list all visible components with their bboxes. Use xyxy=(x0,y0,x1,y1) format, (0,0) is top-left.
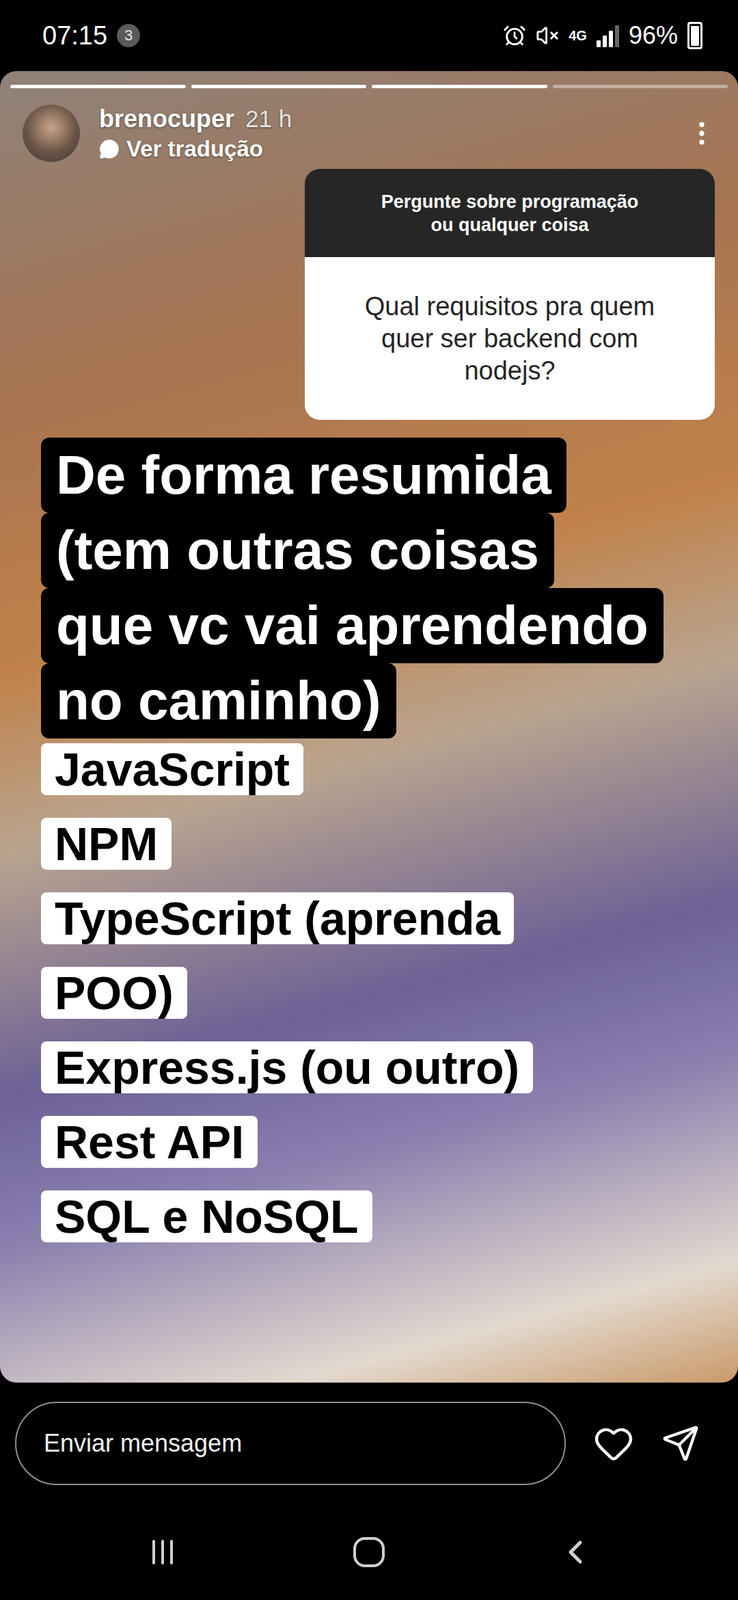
translate-text[interactable]: Ver tradução xyxy=(126,135,264,162)
username[interactable]: brenocuper xyxy=(99,104,235,134)
home-button[interactable] xyxy=(265,1523,473,1579)
speech-bubble-icon xyxy=(99,138,120,160)
back-icon xyxy=(556,1532,595,1571)
alarm-icon xyxy=(502,23,527,48)
list-item: Rest API xyxy=(41,1110,561,1185)
progress-fill xyxy=(191,84,367,89)
progress-segment xyxy=(10,84,186,89)
list-item: JavaScript xyxy=(41,738,561,813)
translate-link[interactable]: Ver tradução xyxy=(99,135,682,162)
signal-bar xyxy=(608,30,613,48)
story-progress xyxy=(10,84,728,89)
signal-bar xyxy=(596,40,601,48)
signal-bar xyxy=(602,35,607,48)
list-item-text: JavaScript xyxy=(41,742,304,795)
progress-segment xyxy=(191,84,367,89)
more-button[interactable] xyxy=(681,112,723,154)
story-photo[interactable]: brenocuper 21 hVer tradução Pergunte sobre… xyxy=(0,71,738,1382)
list-item: Express.js (ou outro) xyxy=(41,1035,561,1111)
recents-button[interactable] xyxy=(59,1523,266,1579)
back-button[interactable] xyxy=(472,1523,679,1579)
list-item: TypeScript (aprenda POO) xyxy=(41,886,561,1036)
message-field[interactable]: Enviar mensagem xyxy=(15,1400,566,1485)
send-icon xyxy=(661,1423,700,1462)
battery-fill xyxy=(690,25,700,46)
notification-badge: 3 xyxy=(116,23,141,48)
heading-line: De forma resumida xyxy=(41,437,567,513)
avatar[interactable] xyxy=(22,104,80,162)
story-heading: De forma resumida(tem outras coisasque v… xyxy=(41,437,728,738)
sticker-header: Pergunte sobre programação ou qualquer c… xyxy=(304,168,715,257)
like-button[interactable] xyxy=(593,1422,635,1464)
progress-fill xyxy=(10,84,186,89)
progress-fill xyxy=(371,84,548,89)
heart-icon xyxy=(593,1422,635,1464)
sticker-prompt: Pergunte sobre programação ou qualquer c… xyxy=(371,189,649,237)
progress-segment xyxy=(371,84,548,89)
recents-icon xyxy=(152,1538,173,1564)
mute-icon xyxy=(535,23,559,48)
phone-screen: 07:15 3 4G 96% brenocuper 21 hVer tradução Per… xyxy=(0,0,738,1599)
story-header: brenocuper 21 hVer tradução xyxy=(10,104,728,162)
navigation-bar xyxy=(0,1503,738,1599)
heading-line: que vc vai aprendendo xyxy=(41,587,664,663)
story-age: 21 h xyxy=(245,105,292,133)
question-sticker: Pergunte sobre programação ou qualquer c… xyxy=(304,168,715,420)
status-bar: 07:15 3 4G 96% xyxy=(0,0,738,72)
signal-bar xyxy=(615,25,620,48)
list-item-text: SQL e NoSQL xyxy=(41,1189,373,1242)
list-item-text: Express.js (ou outro) xyxy=(41,1040,533,1093)
battery-percent: 96% xyxy=(628,21,678,50)
battery-icon xyxy=(687,21,703,50)
requirements-list: JavaScript NPM TypeScript (aprenda POO) Exp… xyxy=(41,738,561,1260)
heading-line: (tem outras coisas xyxy=(41,512,555,588)
share-button[interactable] xyxy=(661,1423,700,1462)
reply-bar: Enviar mensagem xyxy=(0,1381,738,1504)
home-icon xyxy=(353,1536,385,1567)
progress-segment xyxy=(552,84,729,89)
sticker-question: Qual requisitos pra quem quer ser backen… xyxy=(349,290,671,387)
list-item: NPM xyxy=(41,812,561,887)
list-item-text: TypeScript (aprenda POO) xyxy=(41,891,514,1019)
list-item: SQL e NoSQL xyxy=(41,1184,561,1260)
more-icon xyxy=(686,118,717,149)
clock: 07:15 xyxy=(42,21,108,51)
list-item-text: Rest API xyxy=(41,1115,258,1168)
network-type: 4G xyxy=(568,28,587,44)
list-item-text: NPM xyxy=(41,817,172,870)
signal-icon xyxy=(596,23,620,48)
heading-line: no caminho) xyxy=(41,662,397,738)
sticker-body: Qual requisitos pra quem quer ser backen… xyxy=(304,256,715,420)
